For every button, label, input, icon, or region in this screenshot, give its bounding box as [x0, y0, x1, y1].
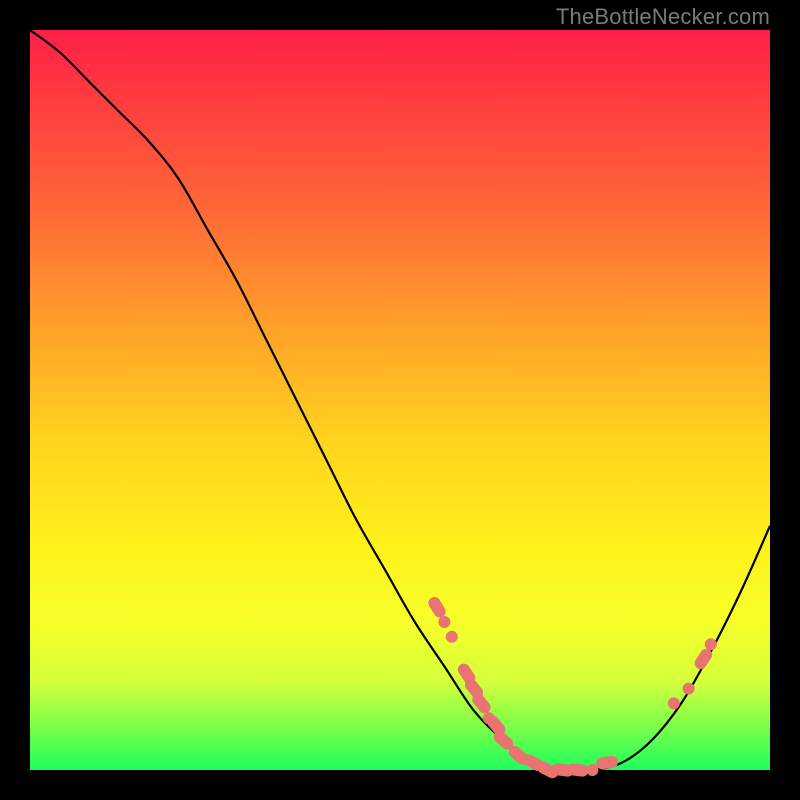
data-point-dash: [426, 595, 448, 620]
attribution-text: TheBottleNecker.com: [556, 4, 770, 30]
curve-svg: [30, 30, 770, 770]
marker-group: [426, 595, 717, 781]
data-point-dot: [446, 631, 458, 643]
data-point-dot: [683, 683, 695, 695]
data-point-dash: [596, 755, 619, 770]
data-point-dot: [705, 638, 717, 650]
plot-area: [30, 30, 770, 770]
chart-frame: TheBottleNecker.com: [0, 0, 800, 800]
bottleneck-curve: [30, 30, 770, 771]
data-point-dot: [438, 616, 450, 628]
data-point-dot: [586, 764, 598, 776]
data-point-dot: [668, 697, 680, 709]
